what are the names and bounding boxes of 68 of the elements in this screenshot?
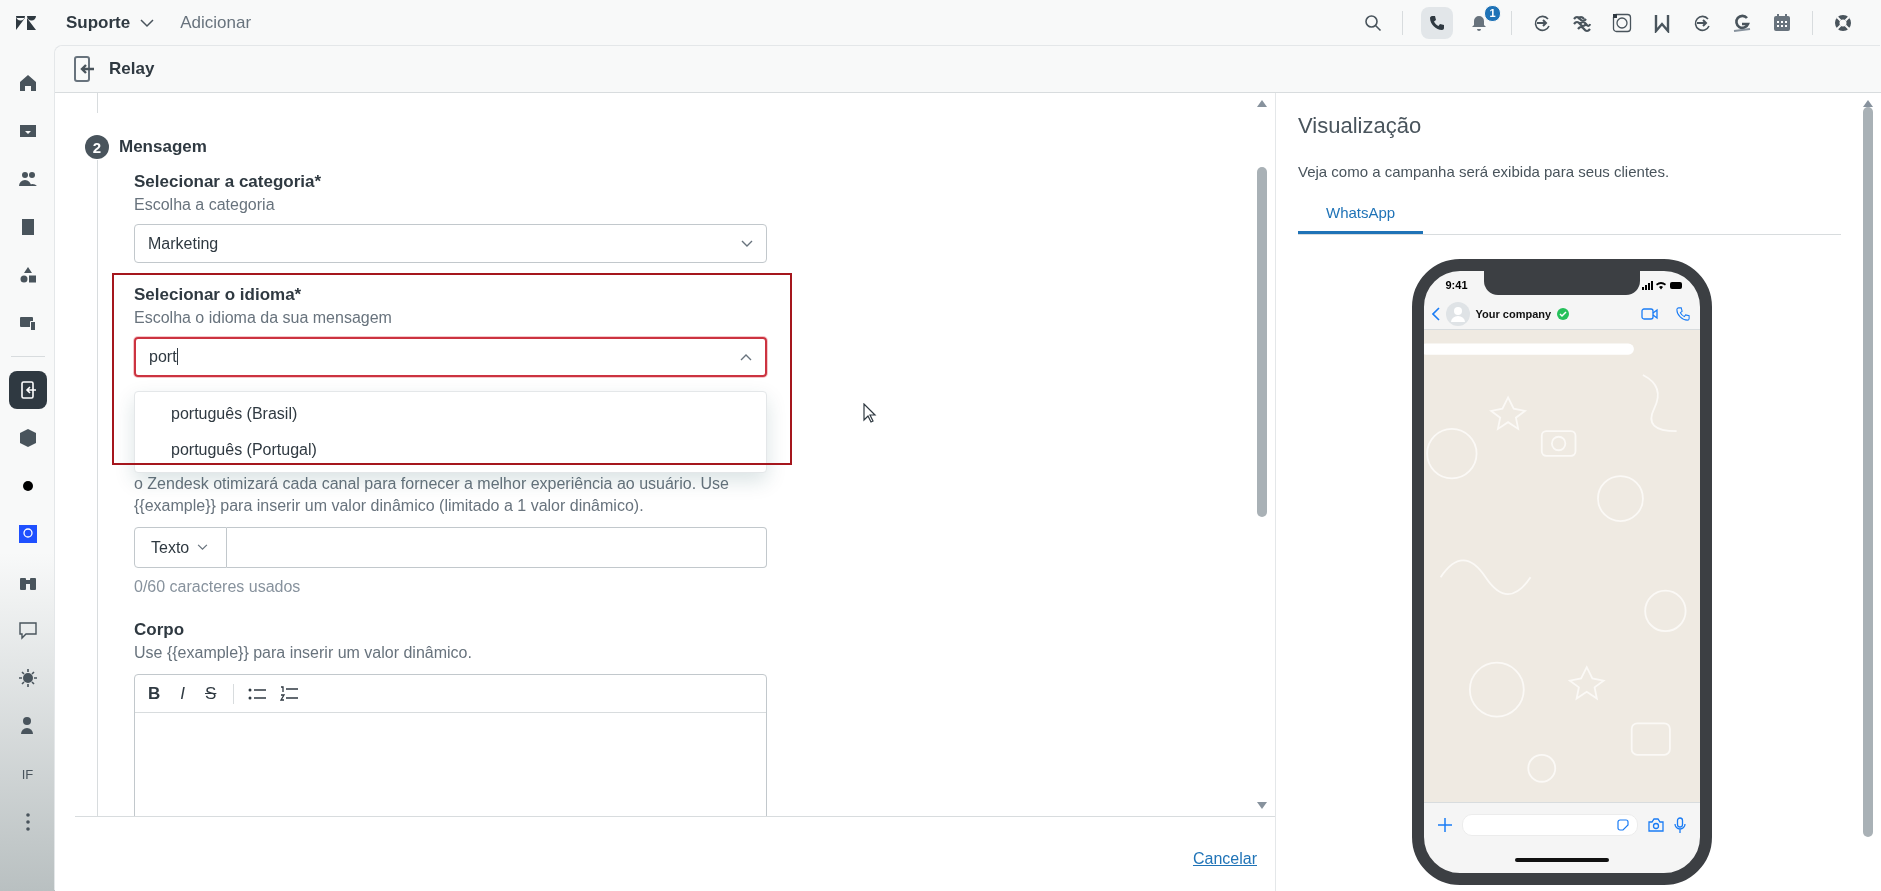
nav-item[interactable]: IF xyxy=(8,755,47,793)
phone-call-icon[interactable] xyxy=(1675,307,1690,321)
w-letter-icon[interactable] xyxy=(1652,13,1672,33)
chevron-up-icon xyxy=(740,353,752,361)
scroll-up-icon[interactable] xyxy=(1257,99,1267,107)
preview-description: Veja como a campanha será exibida para seus clientes. xyxy=(1298,163,1671,180)
strikethrough-button[interactable]: S xyxy=(202,683,220,704)
add-link[interactable]: Adicionar xyxy=(180,13,252,33)
relay-icon xyxy=(73,56,95,82)
chevron-down-icon xyxy=(741,239,753,248)
header-type-select[interactable]: Texto xyxy=(134,527,227,568)
sticker-icon[interactable] xyxy=(1616,819,1629,831)
field-hint: Escolha a categoria xyxy=(134,195,276,215)
scrollbar-thumb[interactable] xyxy=(1863,107,1873,837)
arrow-circle-icon[interactable] xyxy=(1692,13,1712,33)
dropdown-option[interactable]: português (Brasil) xyxy=(135,396,766,432)
bold-button[interactable]: B xyxy=(145,683,164,704)
arrow-circle-icon[interactable] xyxy=(1532,13,1552,33)
cancel-link[interactable]: Cancelar xyxy=(1192,850,1257,868)
chevron-down-icon xyxy=(140,18,155,28)
scroll-down-icon[interactable] xyxy=(1257,802,1267,810)
cursor-icon xyxy=(863,403,877,423)
header-text-field[interactable] xyxy=(227,527,767,568)
phone-icon xyxy=(1429,15,1445,31)
status-icons xyxy=(1641,280,1684,290)
chat-app-icon[interactable] xyxy=(1612,13,1632,33)
bell-icon[interactable] xyxy=(1470,14,1488,32)
camera-icon[interactable] xyxy=(1647,818,1664,832)
numbered-list-icon[interactable] xyxy=(280,685,299,702)
calendar-icon[interactable] xyxy=(1772,13,1792,33)
body-editor[interactable]: B I S xyxy=(134,674,767,816)
g-letter-icon[interactable] xyxy=(1732,13,1752,33)
field-hint: Use {{example}} para inserir um valor dinâmico. xyxy=(134,643,473,663)
field-label: Selecionar a categoria* xyxy=(134,171,323,193)
status-time: 9:41 xyxy=(1445,279,1468,291)
search-icon[interactable] xyxy=(1364,14,1382,32)
relay-nav-icon[interactable] xyxy=(8,371,47,409)
character-counter: 0/60 caracteres usados xyxy=(134,577,302,597)
logo-icon[interactable] xyxy=(16,16,36,30)
channel-tab[interactable]: WhatsApp xyxy=(1298,194,1424,234)
help-text: {{example}} para inserir um valor dinâmico (limitado a 1 valor dinâmico). xyxy=(134,496,645,516)
scrollbar-thumb[interactable] xyxy=(1257,167,1267,517)
step-number: 2 xyxy=(85,135,109,159)
video-call-icon[interactable] xyxy=(1640,308,1658,320)
message-field[interactable] xyxy=(1461,814,1638,836)
help-text: o Zendesk otimizará cada canal para fornecer a melhor experiência ao usuário. Use xyxy=(134,474,730,494)
dropdown-option[interactable]: português (Portugal) xyxy=(135,432,766,468)
plus-icon[interactable] xyxy=(1437,818,1452,832)
back-icon[interactable] xyxy=(1431,307,1440,321)
language-combobox[interactable]: port xyxy=(134,337,767,377)
step-title: Mensagem xyxy=(119,137,207,157)
category-select[interactable]: Marketing xyxy=(134,224,767,263)
notification-badge: 1 xyxy=(1484,5,1501,22)
avatar-icon xyxy=(1445,302,1470,326)
phone-button[interactable] xyxy=(1421,7,1453,39)
preview-title: Visualização xyxy=(1298,113,1423,139)
chevron-down-icon xyxy=(197,544,209,551)
italic-button[interactable]: I xyxy=(177,683,188,704)
waves-icon[interactable] xyxy=(1572,13,1592,33)
microphone-icon[interactable] xyxy=(1673,817,1686,833)
contact-name: Your company xyxy=(1475,308,1552,320)
page-title: Relay xyxy=(109,59,155,79)
field-hint: Escolha o idioma da sua mensagem xyxy=(134,308,393,328)
field-label: Selecionar o idioma* xyxy=(134,284,303,306)
product-switcher[interactable]: Suporte xyxy=(66,13,155,33)
field-label: Corpo xyxy=(134,619,186,641)
bullet-list-icon[interactable] xyxy=(248,686,267,701)
help-lifebuoy-icon[interactable] xyxy=(1833,13,1853,33)
